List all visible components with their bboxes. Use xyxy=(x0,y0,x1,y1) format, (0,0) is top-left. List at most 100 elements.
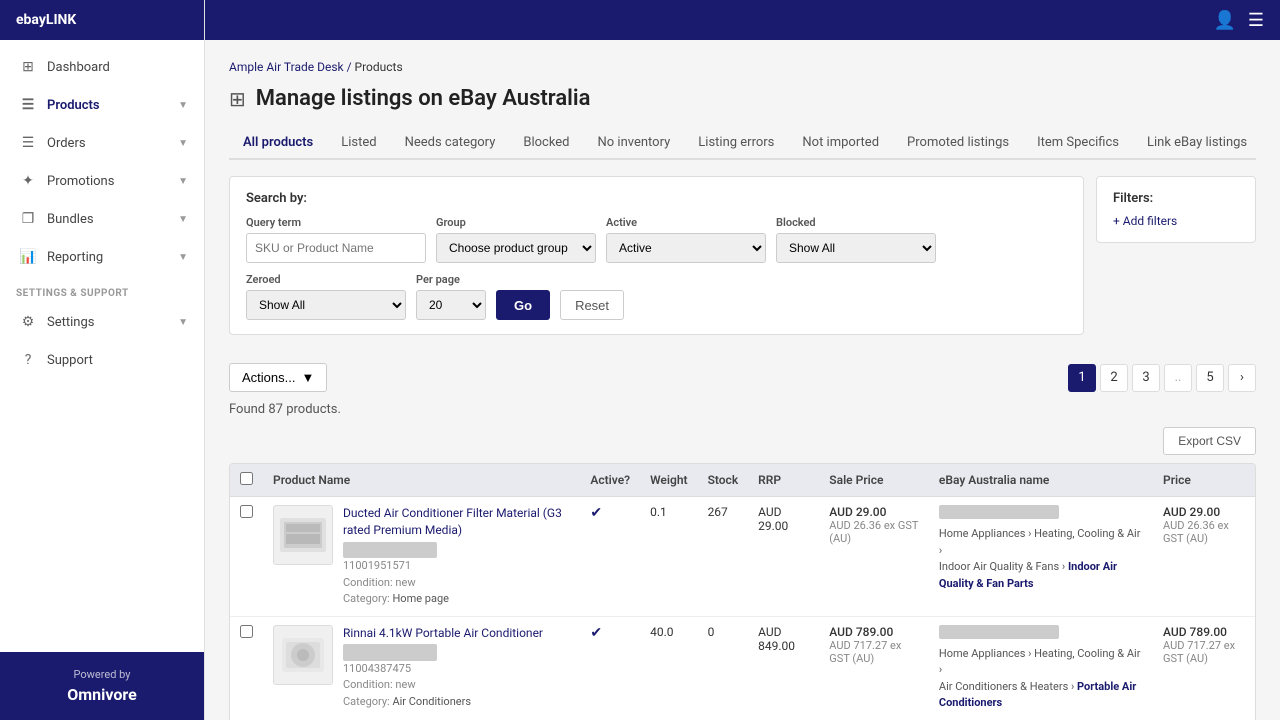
weight-cell: 40.0 xyxy=(640,616,697,720)
actions-chevron-icon: ▼ xyxy=(301,370,314,385)
sidebar-item-bundles[interactable]: ❐ Bundles ▼ xyxy=(0,200,204,238)
per-page-select[interactable]: 20 10 50 100 xyxy=(416,290,486,320)
tab-no-inventory[interactable]: No inventory xyxy=(584,127,685,160)
tab-blocked[interactable]: Blocked xyxy=(509,127,583,160)
rrp-main: AUD 849.00 xyxy=(758,625,809,653)
tab-promoted-listings[interactable]: Promoted listings xyxy=(893,127,1023,160)
actions-button[interactable]: Actions... ▼ xyxy=(229,363,327,392)
price-value: AUD 789.00 AUD 717.27 ex GST (AU) xyxy=(1163,625,1245,665)
ebay-name-header: eBay Australia name xyxy=(929,464,1153,497)
breadcrumb: Ample Air Trade Desk / Products xyxy=(229,60,1256,74)
search-filters-row: Search by: Query term Group Choose produ… xyxy=(229,176,1256,349)
sidebar-item-reporting[interactable]: 📊 Reporting ▼ xyxy=(0,238,204,276)
blocked-label: Blocked xyxy=(776,216,936,229)
bundles-icon: ❐ xyxy=(19,210,37,228)
price-cell: AUD 29.00 AUD 26.36 ex GST (AU) xyxy=(1153,497,1255,617)
export-csv-button[interactable]: Export CSV xyxy=(1163,427,1256,455)
breadcrumb-separator: / xyxy=(347,60,352,74)
product-condition: new xyxy=(395,678,415,691)
active-cell: ✔ xyxy=(580,497,640,617)
rrp-header: RRP xyxy=(748,464,819,497)
ebay-name-value: Home Appliances › Heating, Cooling & Air… xyxy=(939,505,1143,592)
product-cell: Rinnai 4.1kW Portable Air Conditioner ██… xyxy=(273,625,570,711)
tab-link-ebay[interactable]: Link eBay listings xyxy=(1133,127,1256,160)
tab-listed[interactable]: Listed xyxy=(327,127,390,160)
pagination: 1 2 3 .. 5 › xyxy=(1068,364,1256,392)
zeroed-field: Zeroed Show All Zeroed Not Zeroed xyxy=(246,273,406,320)
sidebar-item-support[interactable]: ? Support xyxy=(0,341,204,379)
ebay-breadcrumb: Home Appliances › Heating, Cooling & Air… xyxy=(939,646,1143,712)
chevron-down-icon: ▼ xyxy=(178,138,188,149)
sidebar-item-promotions[interactable]: ✦ Promotions ▼ xyxy=(0,162,204,200)
ebay-breadcrumb-bold: Indoor Air Quality & Fan Parts xyxy=(939,560,1117,590)
table-row: Rinnai 4.1kW Portable Air Conditioner ██… xyxy=(230,616,1255,720)
product-thumbnail xyxy=(273,505,333,565)
menu-icon[interactable]: ☰ xyxy=(1248,10,1264,31)
sale-price-ex: AUD 26.36 ex GST (AU) xyxy=(829,519,919,545)
sidebar-item-label: Bundles xyxy=(47,212,178,227)
active-checkmark: ✔ xyxy=(590,625,602,641)
reset-button[interactable]: Reset xyxy=(560,290,624,320)
select-all-checkbox[interactable] xyxy=(240,472,253,485)
add-filters-button[interactable]: + Add filters xyxy=(1113,214,1239,228)
content-area: Ample Air Trade Desk / Products ⊞ Manage… xyxy=(205,40,1280,720)
sidebar-nav: ⊞ Dashboard ☰ Products ▼ ☰ Orders ▼ ✦ Pr… xyxy=(0,40,204,652)
user-icon[interactable]: 👤 xyxy=(1213,10,1235,31)
product-link[interactable]: Ducted Air Conditioner Filter Material (… xyxy=(343,505,570,539)
price-main: AUD 29.00 xyxy=(1163,505,1245,519)
page-2-button[interactable]: 2 xyxy=(1100,364,1128,392)
breadcrumb-current: Products xyxy=(355,60,403,74)
next-page-button[interactable]: › xyxy=(1228,364,1256,392)
product-info: Ducted Air Conditioner Filter Material (… xyxy=(343,505,570,608)
page-5-button[interactable]: 5 xyxy=(1196,364,1224,392)
page-title-row: ⊞ Manage listings on eBay Australia xyxy=(229,86,1256,111)
active-field: Active Active Inactive Show All xyxy=(606,216,766,263)
search-bar: Search by: Query term Group Choose produ… xyxy=(229,176,1084,335)
active-select[interactable]: Active Inactive Show All xyxy=(606,233,766,263)
sidebar-footer: Powered by Omnivore xyxy=(0,652,204,720)
tab-item-specifics[interactable]: Item Specifics xyxy=(1023,127,1133,160)
row-checkbox[interactable] xyxy=(240,625,253,638)
settings-section-label: SETTINGS & SUPPORT xyxy=(0,276,204,303)
price-value: AUD 29.00 AUD 26.36 ex GST (AU) xyxy=(1163,505,1245,545)
grid-icon: ⊞ xyxy=(229,87,246,111)
per-page-field: Per page 20 10 50 100 xyxy=(416,273,486,320)
sidebar-logo: ebayLINK xyxy=(0,0,204,40)
search-by-label: Search by: xyxy=(246,191,1067,206)
go-button[interactable]: Go xyxy=(496,290,550,320)
sidebar-item-settings[interactable]: ⚙ Settings ▼ xyxy=(0,303,204,341)
active-checkmark: ✔ xyxy=(590,505,602,521)
sidebar-item-products[interactable]: ☰ Products ▼ xyxy=(0,86,204,124)
sidebar-item-label: Settings xyxy=(47,315,178,330)
tab-all-products[interactable]: All products xyxy=(229,127,327,160)
group-select[interactable]: Choose product group xyxy=(436,233,596,263)
breadcrumb-store[interactable]: Ample Air Trade Desk xyxy=(229,60,344,74)
zeroed-select[interactable]: Show All Zeroed Not Zeroed xyxy=(246,290,406,320)
tab-needs-category[interactable]: Needs category xyxy=(391,127,510,160)
blocked-field: Blocked Show All Blocked Not Blocked xyxy=(776,216,936,263)
page-3-button[interactable]: 3 xyxy=(1132,364,1160,392)
sidebar-item-label: Dashboard xyxy=(47,60,188,75)
product-meta: ████████████ 11001951571 Condition: new … xyxy=(343,542,570,608)
tab-not-imported[interactable]: Not imported xyxy=(788,127,893,160)
tab-listing-errors[interactable]: Listing errors xyxy=(684,127,788,160)
product-name-cell: Rinnai 4.1kW Portable Air Conditioner ██… xyxy=(263,616,580,720)
weight-cell: 0.1 xyxy=(640,497,697,617)
page-1-button[interactable]: 1 xyxy=(1068,364,1096,392)
toolbar: Actions... ▼ 1 2 3 .. 5 › xyxy=(229,363,1256,392)
table-row: Ducted Air Conditioner Filter Material (… xyxy=(230,497,1255,617)
ebay-name-cell: Home Appliances › Heating, Cooling & Air… xyxy=(929,616,1153,720)
search-fields: Query term Group Choose product group Ac… xyxy=(246,216,1067,320)
export-row: Export CSV xyxy=(229,427,1256,455)
row-checkbox[interactable] xyxy=(240,505,253,518)
sidebar-item-orders[interactable]: ☰ Orders ▼ xyxy=(0,124,204,162)
blocked-select[interactable]: Show All Blocked Not Blocked xyxy=(776,233,936,263)
page-title: Manage listings on eBay Australia xyxy=(256,86,591,111)
sidebar-item-label: Products xyxy=(47,98,178,113)
sidebar: ebayLINK ⊞ Dashboard ☰ Products ▼ ☰ Orde… xyxy=(0,0,205,720)
rrp-value: AUD 29.00 xyxy=(758,505,809,533)
query-term-input[interactable] xyxy=(246,233,426,263)
active-header: Active? xyxy=(580,464,640,497)
product-link[interactable]: Rinnai 4.1kW Portable Air Conditioner xyxy=(343,625,570,642)
sidebar-item-dashboard[interactable]: ⊞ Dashboard xyxy=(0,48,204,86)
